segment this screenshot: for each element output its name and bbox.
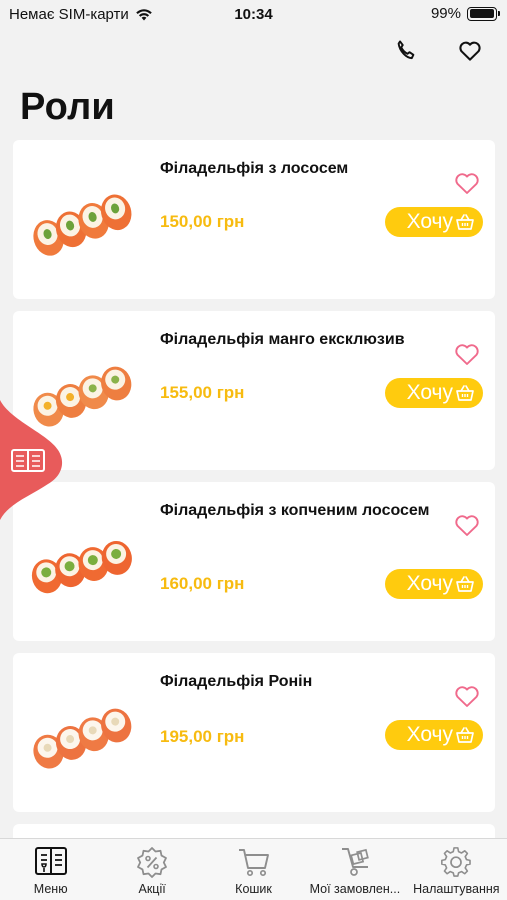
want-button-label: Хочу [406, 572, 453, 595]
battery-icon [467, 6, 500, 21]
tab-label: Мої замовлен... [309, 882, 401, 896]
product-name: Філадельфія манго ексклюзив [160, 331, 405, 348]
battery-percent: 99% [430, 5, 461, 22]
product-card[interactable]: Філадельфія з лососем 150,00 грн Хочу [13, 140, 495, 299]
tab-promotions[interactable]: Акції [101, 839, 202, 900]
product-price: 195,00 грн [160, 727, 245, 746]
product-card[interactable]: Філадельфія манго ексклюзив 155,00 грн Х… [13, 311, 495, 470]
tab-cart[interactable]: Кошик [203, 839, 304, 900]
battery-fill [469, 9, 495, 18]
favorite-icon[interactable] [453, 683, 481, 709]
product-price: 150,00 грн [160, 212, 245, 231]
tab-orders[interactable]: Мої замовлен... [304, 839, 405, 900]
tab-label: Кошик [235, 882, 272, 896]
product-price: 155,00 грн [160, 383, 245, 402]
want-button-label: Хочу [406, 210, 453, 233]
product-card[interactable]: Філадельфія з копченим лососем 160,00 гр… [13, 482, 495, 641]
roll-image [33, 708, 132, 769]
tab-menu[interactable]: Меню [0, 839, 101, 900]
heart-icon[interactable] [457, 38, 483, 64]
product-card[interactable]: Філадельфія Ронін 195,00 грн Хочу [13, 653, 495, 812]
favorite-icon[interactable] [453, 341, 481, 367]
product-name: Філадельфія з лососем [160, 160, 349, 177]
orders-icon [341, 848, 369, 876]
want-button[interactable]: Хочу [385, 207, 483, 237]
product-price: 160,00 грн [160, 574, 245, 593]
product-name: Філадельфія Ронін [160, 673, 313, 690]
header-actions [393, 38, 483, 64]
gear-icon [441, 847, 472, 877]
tab-bar: Меню Акції Кошик Мої замовлен... Налашту… [0, 838, 507, 900]
favorite-icon[interactable] [453, 170, 481, 196]
phone-icon[interactable] [393, 38, 419, 64]
want-button[interactable]: Хочу [385, 720, 483, 750]
menu-book-icon [34, 847, 67, 875]
basket-icon [456, 214, 474, 230]
basket-icon [456, 385, 474, 401]
tab-label: Меню [33, 882, 68, 896]
page-title: Роли [20, 86, 115, 128]
basket-icon [456, 727, 474, 743]
want-button-label: Хочу [406, 723, 453, 746]
status-bar: Немає SIM-карти 10:34 99% [0, 0, 507, 30]
catalog-side-tab[interactable] [0, 400, 64, 520]
discount-icon [137, 847, 168, 878]
want-button[interactable]: Хочу [385, 569, 483, 599]
roll-image [33, 194, 132, 256]
tab-settings[interactable]: Налаштування [406, 839, 507, 900]
status-right: 99% [430, 5, 500, 22]
roll-image [31, 540, 132, 594]
product-name: Філадельфія з копченим лососем [160, 502, 430, 519]
want-button-label: Хочу [406, 381, 453, 404]
basket-icon [456, 576, 474, 592]
tab-label: Налаштування [413, 882, 500, 896]
cart-icon [238, 849, 269, 877]
favorite-icon[interactable] [453, 512, 481, 538]
want-button[interactable]: Хочу [385, 378, 483, 408]
tab-label: Акції [138, 882, 166, 896]
